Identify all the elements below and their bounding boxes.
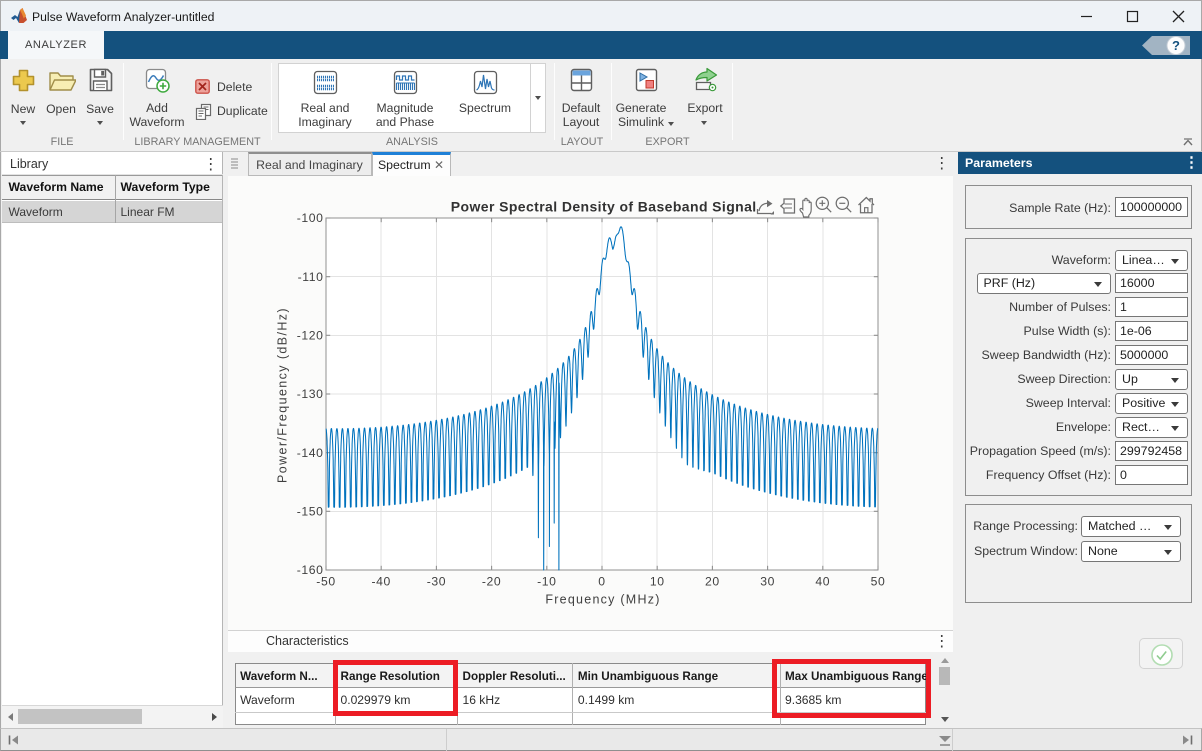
- svg-text:?: ?: [1172, 38, 1180, 53]
